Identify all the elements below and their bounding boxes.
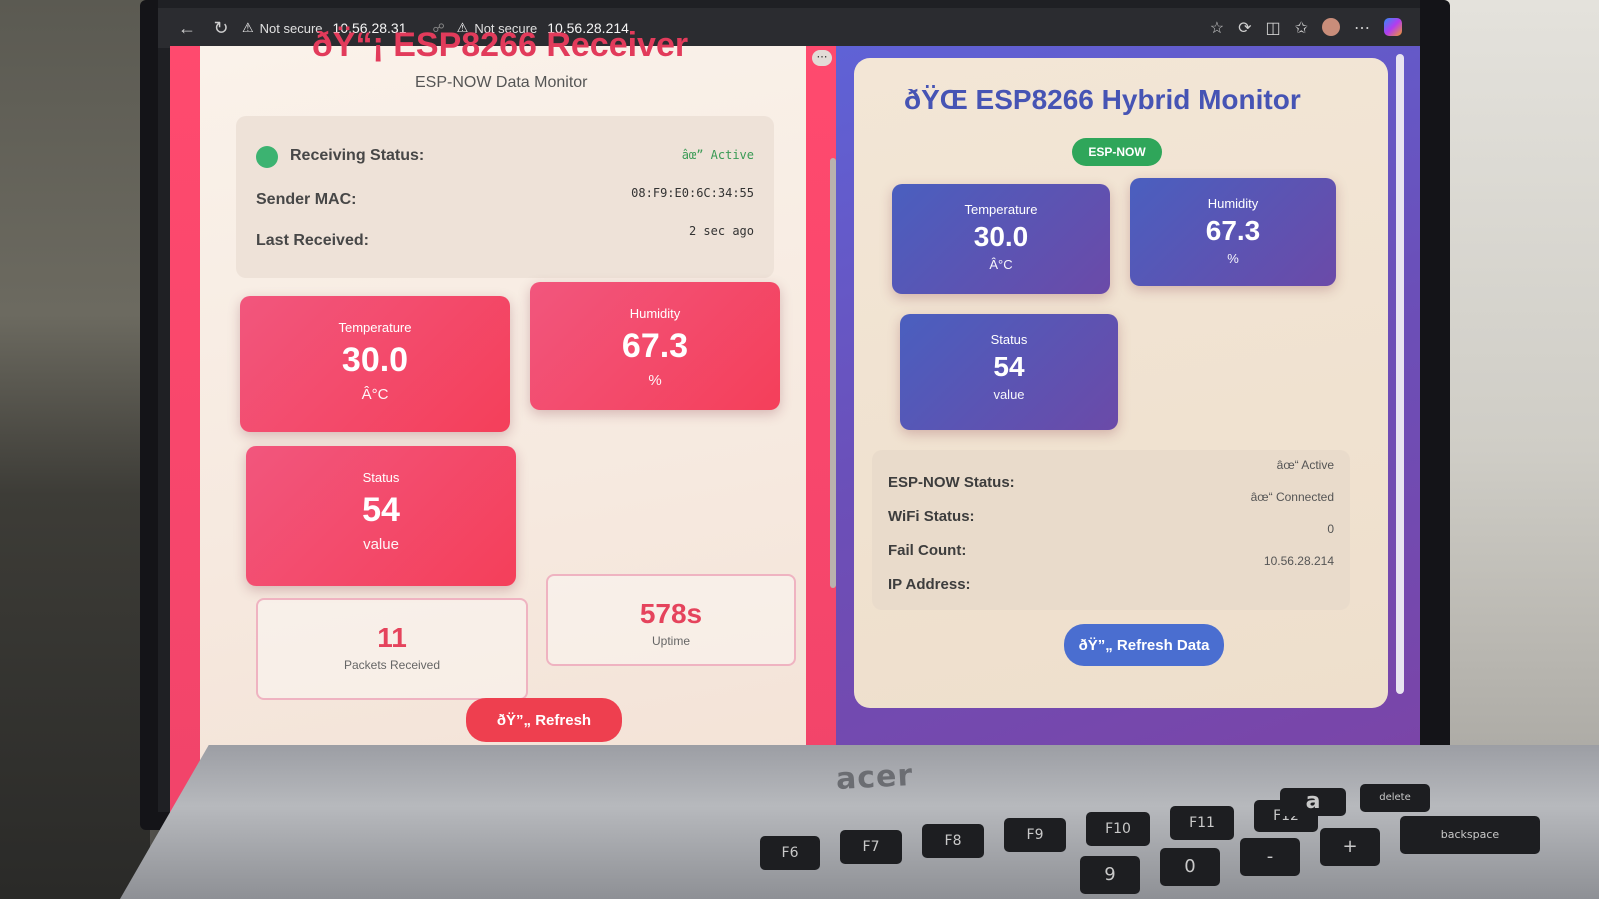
key: - [1240, 838, 1300, 876]
ip-address-label: IP Address: [888, 576, 971, 593]
hybrid-pane: ðŸŒ ESP8266 Hybrid Monitor ESP-NOW Tempe… [836, 46, 1420, 746]
key: delete [1360, 784, 1430, 812]
extension-icon[interactable]: ⟳ [1238, 18, 1251, 38]
refresh-button[interactable]: ðŸ”„ Refresh [466, 698, 622, 742]
tile-label: Status [990, 332, 1028, 347]
sender-mac-label: Sender MAC: [256, 191, 357, 208]
wifi-status-label: WiFi Status: [888, 508, 975, 525]
tile-unit: % [1227, 251, 1239, 266]
warning-icon: ⚠ [242, 20, 254, 35]
hybrid-title: ðŸŒ ESP8266 Hybrid Monitor [904, 84, 1301, 115]
more-options-icon[interactable]: ⋯ [812, 50, 832, 66]
last-received-label: Last Received: [256, 232, 369, 249]
espnow-status-value: âœ“ Active [1276, 458, 1334, 472]
tile-unit: value [363, 536, 399, 553]
refresh-data-button[interactable]: ðŸ”„ Refresh Data [1064, 624, 1224, 666]
packets-label: Packets Received [343, 658, 441, 672]
tile-label: Temperature [964, 202, 1038, 217]
temperature-tile: Temperature 30.0 Â°C [240, 296, 510, 432]
status-value: 54 [993, 351, 1025, 382]
key: F10 [1086, 812, 1150, 846]
reload-icon[interactable]: ↻ [208, 15, 234, 41]
receiver-title: ðŸ“¡ ESP8266 Receiver [312, 26, 689, 64]
espnow-badge: ESP-NOW [1072, 138, 1162, 166]
temperature-tile: Temperature 30.0 Â°C [892, 184, 1110, 294]
humidity-tile: Humidity 67.3 % [1130, 178, 1336, 286]
espnow-status-label: ESP-NOW Status: [888, 474, 1015, 491]
status-tile: Status 54 value [246, 446, 516, 586]
humidity-tile: Humidity 67.3 % [530, 282, 780, 410]
temperature-value: 30.0 [341, 341, 409, 379]
key: F6 [760, 836, 820, 870]
tile-label: Humidity [1207, 196, 1259, 211]
tile-label: Temperature [338, 320, 412, 335]
laptop-screen: ← ↻ ⚠ Not secure 10.56.28.31 ☍ ⚠ Not sec… [158, 0, 1420, 812]
key: 0 [1160, 848, 1220, 886]
favorites-icon[interactable]: ✩ [1295, 18, 1308, 38]
uptime-card: 578s Uptime [546, 574, 796, 666]
ip-address-value: 10.56.28.214 [1263, 554, 1334, 568]
tile-unit: Â°C [989, 257, 1013, 272]
receiving-status-label: Receiving Status: [290, 147, 425, 164]
uptime-label: Uptime [651, 634, 690, 648]
avatar[interactable] [1322, 18, 1340, 36]
receiver-subtitle: ESP-NOW Data Monitor [415, 74, 588, 91]
receiver-pane: ðŸ“¡ ESP8266 Receiver ESP-NOW Data Monit… [170, 26, 856, 812]
key: a [1280, 788, 1346, 816]
key: F8 [922, 824, 984, 858]
hybrid-info-panel: ESP-NOW Status: âœ“ Active WiFi Status: … [872, 450, 1350, 610]
humidity-value: 67.3 [1205, 215, 1261, 246]
key: backspace [1400, 816, 1540, 854]
fail-count-label: Fail Count: [888, 542, 967, 559]
more-icon[interactable]: ⋯ [1354, 18, 1370, 38]
status-value: 54 [362, 491, 400, 529]
tile-label: Status [362, 470, 400, 485]
temperature-value: 30.0 [973, 221, 1029, 252]
receiver-card: ðŸ“¡ ESP8266 Receiver ESP-NOW Data Monit… [200, 26, 854, 806]
key: + [1320, 828, 1380, 866]
packets-value: 11 [377, 622, 407, 653]
packets-received-card: 11 Packets Received [256, 598, 528, 700]
humidity-value: 67.3 [621, 327, 689, 365]
key: F11 [1170, 806, 1234, 840]
wifi-status-value: âœ“ Connected [1250, 490, 1334, 504]
tile-unit: Â°C [361, 386, 389, 403]
status-indicator-icon [256, 146, 278, 168]
toolbar-actions: ☆ ⟳ ◫ ✩ ⋯ [1210, 18, 1402, 38]
keyboard: F6 F7 F8 F9 F10 F11 F12 a delete 9 0 - +… [640, 784, 1599, 899]
tile-unit: % [648, 372, 662, 389]
split-screen-icon[interactable]: ◫ [1265, 18, 1280, 38]
key: F7 [840, 830, 902, 864]
last-received-value: 2 sec ago [688, 224, 754, 238]
receiver-status-panel: Receiving Status: âœ” Active Sender MAC:… [236, 116, 774, 278]
tile-label: Humidity [629, 306, 681, 321]
copilot-icon[interactable] [1384, 18, 1402, 36]
key: 9 [1080, 856, 1140, 894]
status-tile: Status 54 value [900, 314, 1118, 430]
receiving-status-value: âœ” Active [681, 148, 754, 162]
tile-unit: value [993, 387, 1025, 402]
sender-mac-value: 08:F9:E0:6C:34:55 [631, 186, 754, 200]
key: F9 [1004, 818, 1066, 852]
back-icon[interactable]: ← [174, 15, 200, 41]
star-icon[interactable]: ☆ [1210, 18, 1224, 38]
fail-count-value: 0 [1327, 522, 1334, 536]
hybrid-scrollbar[interactable] [1396, 54, 1404, 694]
uptime-value: 578s [639, 598, 703, 629]
background-wall-left [0, 0, 150, 899]
hybrid-card: ðŸŒ ESP8266 Hybrid Monitor ESP-NOW Tempe… [854, 58, 1388, 708]
